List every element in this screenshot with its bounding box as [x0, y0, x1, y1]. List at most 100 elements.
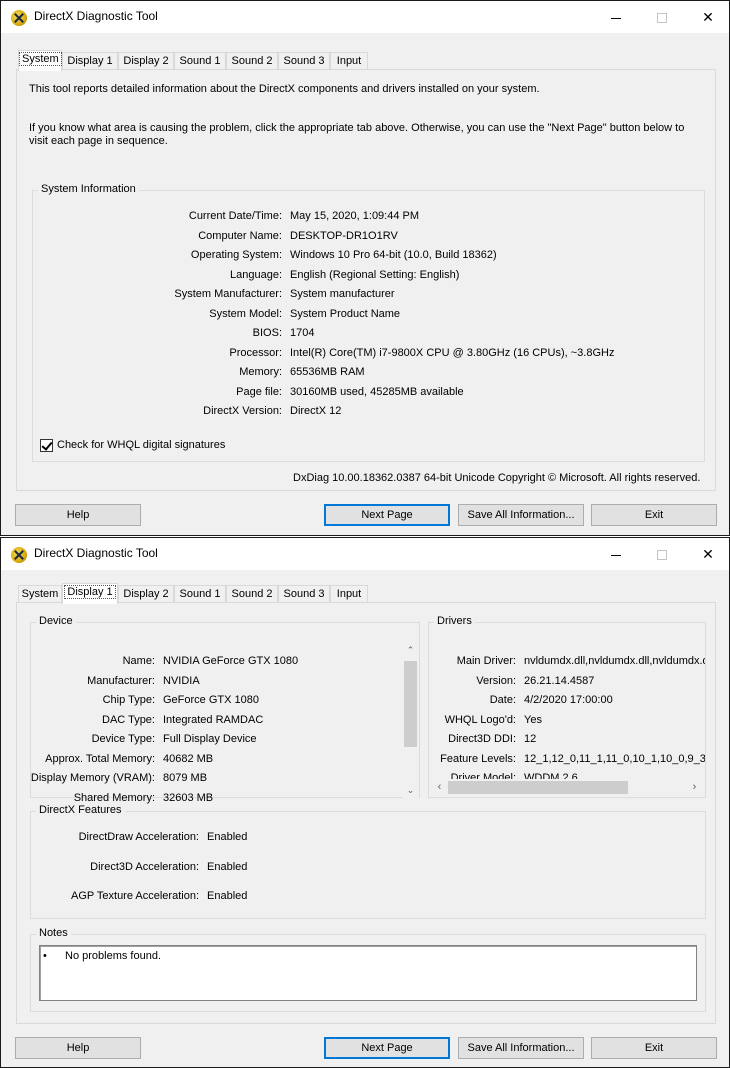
tab-sound-1[interactable]: Sound 1 — [174, 52, 226, 70]
close-button[interactable]: ✕ — [685, 1, 730, 33]
info-label: DirectX Version: — [203, 405, 282, 417]
info-value: Windows 10 Pro 64-bit (10.0, Build 18362… — [290, 249, 497, 261]
info-label: Approx. Total Memory: — [45, 752, 155, 765]
info-label: Shared Memory: — [73, 791, 155, 804]
tab-display-2[interactable]: Display 2 — [118, 585, 174, 603]
info-label: WHQL Logo'd: — [444, 713, 516, 726]
info-value: 4/2/2020 17:00:00 — [524, 694, 613, 706]
device-scrollbar[interactable]: ⌃ ⌄ — [402, 643, 419, 799]
info-value: Full Display Device — [163, 733, 257, 745]
scroll-down-icon[interactable]: ⌄ — [402, 785, 419, 796]
drivers-group: Drivers Main Driver: nvldumdx.dll,nvldumd… — [428, 615, 706, 798]
minimize-button[interactable] — [593, 538, 639, 570]
info-value: Enabled — [207, 831, 248, 843]
save-all-information-button[interactable]: Save All Information... — [458, 1037, 584, 1059]
title-bar[interactable]: DirectX Diagnostic Tool ✕ — [1, 1, 729, 33]
info-label: Page file: — [236, 385, 282, 398]
group-title: Notes — [36, 927, 71, 939]
info-label: Main Driver: — [456, 655, 516, 667]
whql-checkbox[interactable] — [40, 439, 53, 452]
info-value: NVIDIA GeForce GTX 1080 — [163, 655, 299, 667]
save-all-information-button[interactable]: Save All Information... — [458, 504, 584, 526]
next-page-button[interactable]: Next Page — [324, 504, 450, 526]
info-value: 32603 MB — [163, 791, 214, 804]
tab-display-1[interactable]: Display 1 — [62, 583, 118, 604]
info-value: NVIDIA — [163, 674, 200, 687]
scroll-thumb[interactable] — [448, 781, 628, 794]
dxdiag-window-system: DirectX Diagnostic Tool ✕ System Display… — [0, 0, 730, 536]
tab-system[interactable]: System — [18, 50, 62, 71]
instructions-text-cont: visit each page in sequence. — [29, 135, 168, 147]
maximize-button — [639, 538, 685, 570]
info-label: Language: — [230, 268, 282, 281]
info-value: May 15, 2020, 1:09:44 PM — [290, 210, 420, 222]
tab-sound-2[interactable]: Sound 2 — [226, 585, 278, 603]
drivers-info-rows: Main Driver: nvldumdx.dll,nvldumdx.dll,nv… — [429, 623, 705, 779]
info-label: DirectDraw Acceleration: — [78, 831, 199, 843]
help-button[interactable]: Help — [15, 1037, 141, 1059]
info-value: Enabled — [207, 860, 248, 873]
info-value: 1704 — [290, 327, 315, 339]
help-button[interactable]: Help — [15, 504, 141, 526]
info-label: Manufacturer: — [87, 674, 155, 687]
group-title: System Information — [38, 183, 139, 195]
close-button[interactable]: ✕ — [685, 538, 730, 570]
tab-sound-2[interactable]: Sound 2 — [226, 52, 278, 70]
minimize-icon — [611, 17, 621, 19]
info-label: Display Memory (VRAM): — [30, 772, 155, 784]
info-value: Intel(R) Core(TM) i7-9800X CPU @ 3.80GHz… — [290, 346, 615, 359]
scroll-up-icon[interactable]: ⌃ — [402, 645, 419, 656]
info-label: Operating System: — [190, 249, 282, 261]
info-value: English (Regional Setting: English) — [290, 268, 460, 281]
scroll-right-icon[interactable]: › — [686, 781, 703, 793]
info-label: Version: — [476, 674, 516, 687]
tab-input[interactable]: Input — [330, 585, 368, 603]
scroll-left-icon[interactable]: ‹ — [431, 781, 448, 793]
title-bar[interactable]: DirectX Diagnostic Tool ✕ — [1, 538, 729, 570]
info-label: Direct3D DDI: — [448, 733, 516, 745]
system-information-group: System Information Current Date/Time: May… — [32, 183, 705, 462]
tab-system[interactable]: System — [18, 585, 62, 603]
intro-text: This tool reports detailed information a… — [29, 83, 540, 95]
info-value: 12 — [524, 733, 537, 745]
tab-sound-3[interactable]: Sound 3 — [278, 585, 330, 603]
tab-input[interactable]: Input — [330, 52, 368, 70]
info-value: WDDM 2.6 — [524, 772, 578, 779]
info-value: 40682 MB — [163, 752, 214, 765]
note-item: No problems found. — [65, 950, 161, 962]
tab-sound-3[interactable]: Sound 3 — [278, 52, 330, 70]
info-label: AGP Texture Acceleration: — [71, 890, 199, 902]
info-label: Chip Type: — [102, 694, 155, 706]
info-label: System Model: — [209, 307, 282, 320]
exit-button[interactable]: Exit — [591, 504, 717, 526]
info-value: Integrated RAMDAC — [163, 713, 264, 726]
info-label: Driver Model: — [450, 772, 516, 779]
drivers-horizontal-scrollbar[interactable]: ‹ › — [431, 779, 703, 796]
info-label: BIOS: — [252, 327, 282, 339]
dxdiag-window-display: DirectX Diagnostic Tool ✕ System Display… — [0, 537, 730, 1068]
maximize-button — [639, 1, 685, 33]
notes-textbox[interactable]: • No problems found. — [39, 945, 697, 1001]
tab-sound-1[interactable]: Sound 1 — [174, 585, 226, 603]
copyright-text: DxDiag 10.00.18362.0387 64-bit Unicode C… — [293, 472, 701, 484]
info-value: DESKTOP-DR1O1RV — [290, 229, 398, 242]
info-label: DAC Type: — [102, 713, 155, 726]
tab-display-1[interactable]: Display 1 — [62, 52, 118, 70]
tab-display-2[interactable]: Display 2 — [118, 52, 174, 70]
exit-button[interactable]: Exit — [591, 1037, 717, 1059]
info-value: 26.21.14.4587 — [524, 674, 595, 687]
minimize-icon — [611, 554, 621, 556]
info-value: nvldumdx.dll,nvldumdx.dll,nvldumdx.d — [524, 655, 705, 667]
whql-checkbox-label[interactable]: Check for WHQL digital signatures — [57, 439, 225, 451]
display-tab-panel: Device Name: NVIDIA GeForce GTX 1080 Manuf… — [16, 602, 716, 1024]
info-label: Memory: — [239, 366, 282, 378]
info-label: Feature Levels: — [440, 752, 516, 765]
info-value: 30160MB used, 45285MB available — [290, 385, 464, 398]
minimize-button[interactable] — [593, 1, 639, 33]
directx-icon — [11, 10, 27, 26]
info-label: Date: — [489, 694, 516, 706]
instructions-text: If you know what area is causing the pro… — [29, 122, 685, 134]
scroll-thumb[interactable] — [404, 661, 417, 747]
next-page-button[interactable]: Next Page — [324, 1037, 450, 1059]
device-group: Device Name: NVIDIA GeForce GTX 1080 Manuf… — [30, 615, 420, 804]
